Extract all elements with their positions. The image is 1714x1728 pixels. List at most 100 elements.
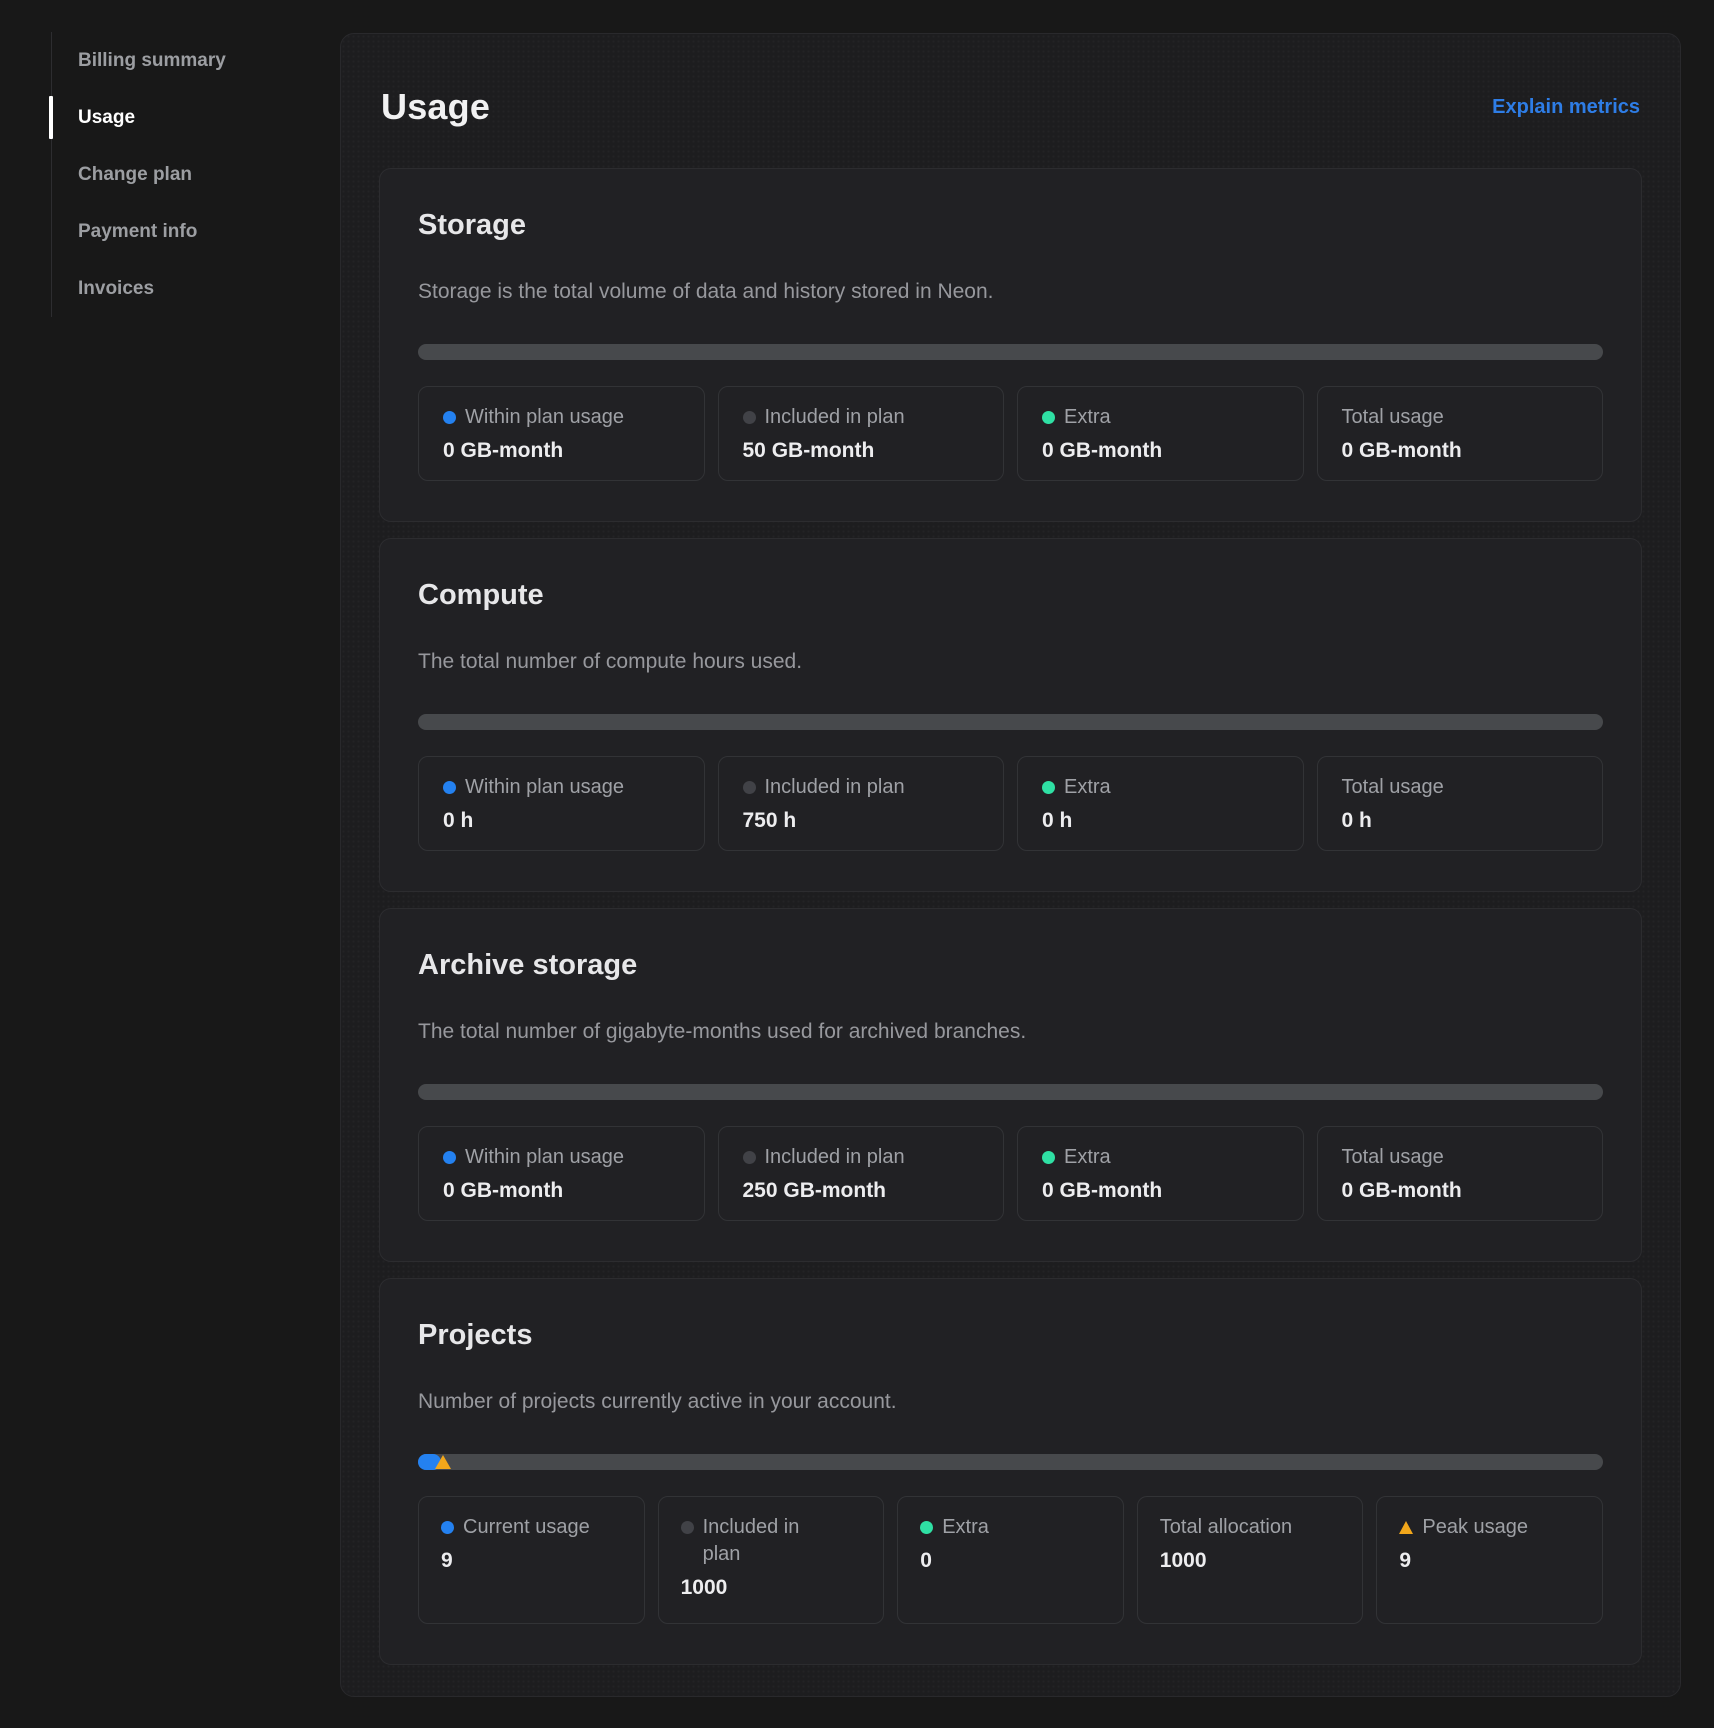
- sidebar-item-label: Change plan: [78, 164, 192, 185]
- sidebar-item-billing-summary[interactable]: Billing summary: [52, 32, 313, 89]
- orange-triangle-icon: [1399, 1521, 1413, 1534]
- explain-metrics-link[interactable]: Explain metrics: [1492, 96, 1640, 119]
- projects-progress-bar: [418, 1454, 1603, 1470]
- stat-label: Within plan usage: [465, 774, 624, 801]
- stat-included-in-plan: Included in plan 50 GB-month: [718, 386, 1005, 481]
- stat-value: 750 h: [743, 809, 980, 833]
- stat-label: Included in plan: [765, 774, 905, 801]
- stat-value: 9: [441, 1549, 622, 1573]
- storage-stats-row: Within plan usage 0 GB-month Included in…: [418, 386, 1603, 481]
- sidebar-item-label: Usage: [78, 107, 135, 128]
- stat-value: 0: [920, 1549, 1101, 1573]
- stat-total-usage: Total usage 0 h: [1317, 756, 1604, 851]
- stat-peak-usage: Peak usage 9: [1376, 1496, 1603, 1624]
- stat-label: Included in plan: [703, 1514, 831, 1568]
- stat-within-plan-usage: Within plan usage 0 GB-month: [418, 1126, 705, 1221]
- projects-stats-row: Current usage 9 Included in plan 1000 Ex…: [418, 1496, 1603, 1624]
- stat-value: 0 GB-month: [443, 1179, 680, 1203]
- sidebar-item-invoices[interactable]: Invoices: [52, 260, 313, 317]
- blue-dot-icon: [443, 1151, 456, 1164]
- stat-value: 0 h: [1342, 809, 1579, 833]
- sidebar-item-label: Invoices: [78, 278, 154, 299]
- stat-value: 0 GB-month: [1342, 439, 1579, 463]
- projects-card: Projects Number of projects currently ac…: [379, 1278, 1642, 1665]
- green-dot-icon: [1042, 781, 1055, 794]
- stat-included-in-plan: Included in plan 250 GB-month: [718, 1126, 1005, 1221]
- compute-progress-bar: [418, 714, 1603, 730]
- stat-label: Extra: [1064, 774, 1111, 801]
- page-title: Usage: [381, 86, 490, 128]
- stat-included-in-plan: Included in plan 750 h: [718, 756, 1005, 851]
- stat-extra: Extra 0: [897, 1496, 1124, 1624]
- stat-value: 0 GB-month: [1042, 439, 1279, 463]
- stat-label: Included in plan: [765, 1144, 905, 1171]
- sidebar-item-label: Billing summary: [78, 50, 226, 71]
- section-title: Compute: [418, 579, 1603, 612]
- stat-value: 0 h: [443, 809, 680, 833]
- stat-total-usage: Total usage 0 GB-month: [1317, 386, 1604, 481]
- panel-header: Usage Explain metrics: [381, 86, 1640, 128]
- stat-label: Peak usage: [1422, 1514, 1528, 1541]
- stat-value: 1000: [681, 1576, 862, 1600]
- stat-label: Total allocation: [1160, 1514, 1292, 1541]
- blue-dot-icon: [443, 411, 456, 424]
- usage-panel: Usage Explain metrics Storage Storage is…: [340, 33, 1681, 1697]
- stat-label: Extra: [942, 1514, 989, 1541]
- blue-dot-icon: [443, 781, 456, 794]
- stat-within-plan-usage: Within plan usage 0 GB-month: [418, 386, 705, 481]
- stat-extra: Extra 0 GB-month: [1017, 386, 1304, 481]
- stat-extra: Extra 0 GB-month: [1017, 1126, 1304, 1221]
- stat-value: 0 h: [1042, 809, 1279, 833]
- billing-sidebar: Billing summary Usage Change plan Paymen…: [51, 32, 313, 317]
- stat-label: Total usage: [1342, 1144, 1444, 1171]
- archive-progress-bar: [418, 1084, 1603, 1100]
- stat-total-allocation: Total allocation 1000: [1137, 1496, 1364, 1624]
- storage-progress-bar: [418, 344, 1603, 360]
- stat-current-usage: Current usage 9: [418, 1496, 645, 1624]
- archive-storage-card: Archive storage The total number of giga…: [379, 908, 1642, 1262]
- stat-label: Included in plan: [765, 404, 905, 431]
- stat-value: 250 GB-month: [743, 1179, 980, 1203]
- stat-value: 0 GB-month: [1342, 1179, 1579, 1203]
- compute-card: Compute The total number of compute hour…: [379, 538, 1642, 892]
- section-title: Storage: [418, 209, 1603, 242]
- stat-within-plan-usage: Within plan usage 0 h: [418, 756, 705, 851]
- gray-dot-icon: [743, 781, 756, 794]
- stat-value: 0 GB-month: [1042, 1179, 1279, 1203]
- sidebar-item-change-plan[interactable]: Change plan: [52, 146, 313, 203]
- storage-card: Storage Storage is the total volume of d…: [379, 168, 1642, 522]
- gray-dot-icon: [743, 1151, 756, 1164]
- green-dot-icon: [1042, 1151, 1055, 1164]
- sidebar-item-usage[interactable]: Usage: [52, 89, 313, 146]
- peak-usage-marker-icon: [435, 1455, 451, 1469]
- archive-stats-row: Within plan usage 0 GB-month Included in…: [418, 1126, 1603, 1221]
- section-description: The total number of gigabyte-months used…: [418, 1020, 1603, 1044]
- stat-extra: Extra 0 h: [1017, 756, 1304, 851]
- stat-label: Within plan usage: [465, 404, 624, 431]
- stat-total-usage: Total usage 0 GB-month: [1317, 1126, 1604, 1221]
- stat-label: Total usage: [1342, 404, 1444, 431]
- green-dot-icon: [920, 1521, 933, 1534]
- stat-label: Current usage: [463, 1514, 590, 1541]
- stat-label: Extra: [1064, 1144, 1111, 1171]
- sidebar-item-label: Payment info: [78, 221, 197, 242]
- section-description: Number of projects currently active in y…: [418, 1390, 1603, 1414]
- compute-stats-row: Within plan usage 0 h Included in plan 7…: [418, 756, 1603, 851]
- gray-dot-icon: [681, 1521, 694, 1534]
- stat-label: Extra: [1064, 404, 1111, 431]
- stat-value: 1000: [1160, 1549, 1341, 1573]
- stat-value: 50 GB-month: [743, 439, 980, 463]
- blue-dot-icon: [441, 1521, 454, 1534]
- green-dot-icon: [1042, 411, 1055, 424]
- sidebar-item-payment-info[interactable]: Payment info: [52, 203, 313, 260]
- section-title: Archive storage: [418, 949, 1603, 982]
- section-title: Projects: [418, 1319, 1603, 1352]
- stat-included-in-plan: Included in plan 1000: [658, 1496, 885, 1624]
- stat-label: Within plan usage: [465, 1144, 624, 1171]
- gray-dot-icon: [743, 411, 756, 424]
- stat-value: 9: [1399, 1549, 1580, 1573]
- stat-label: Total usage: [1342, 774, 1444, 801]
- section-description: Storage is the total volume of data and …: [418, 280, 1603, 304]
- stat-value: 0 GB-month: [443, 439, 680, 463]
- section-description: The total number of compute hours used.: [418, 650, 1603, 674]
